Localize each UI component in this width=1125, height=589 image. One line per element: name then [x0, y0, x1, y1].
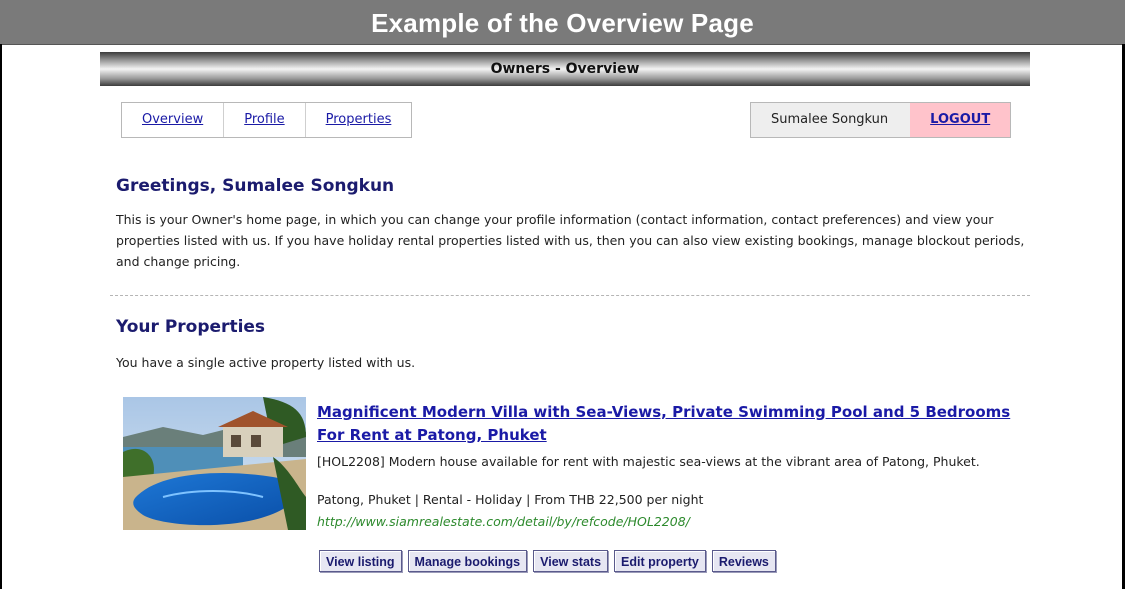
listing-url-link[interactable]: http://www.siamrealestate.com/detail/by/…: [317, 514, 690, 529]
view-listing-button[interactable]: View listing: [319, 550, 402, 572]
nav-overview-link[interactable]: Overview: [122, 103, 225, 137]
property-photo-image: [123, 397, 306, 530]
greeting-heading: Greetings, Sumalee Songkun: [116, 176, 395, 196]
properties-heading: Your Properties: [116, 317, 266, 337]
banner: Example of the Overview Page: [0, 0, 1125, 45]
reviews-button[interactable]: Reviews: [711, 550, 776, 572]
property-thumbnail[interactable]: [123, 397, 306, 530]
section-divider: [110, 295, 1030, 296]
view-stats-button[interactable]: View stats: [533, 550, 609, 572]
listing-description: [HOL2208] Modern house available for ren…: [317, 454, 980, 469]
user-name: Sumalee Songkun: [751, 103, 911, 137]
manage-bookings-button[interactable]: Manage bookings: [407, 550, 528, 572]
listing-meta: Patong, Phuket | Rental - Holiday | From…: [317, 492, 704, 507]
logout-link[interactable]: LOGOUT: [910, 103, 1011, 137]
nav-properties-link[interactable]: Properties: [306, 103, 412, 137]
page-header: Owners - Overview: [100, 52, 1030, 86]
intro-text: This is your Owner's home page, in which…: [116, 212, 1025, 269]
listing-actions: View listing Manage bookings View stats …: [319, 550, 776, 572]
nav-profile-link[interactable]: Profile: [224, 103, 306, 137]
properties-summary: You have a single active property listed…: [116, 355, 416, 370]
frame-border-left: [0, 44, 2, 589]
edit-property-button[interactable]: Edit property: [614, 550, 706, 572]
owner-nav: Overview Profile Properties: [121, 102, 413, 138]
user-box: Sumalee Songkun LOGOUT: [750, 102, 1012, 138]
banner-title: Example of the Overview Page: [371, 8, 754, 38]
listing-title-link[interactable]: Magnificent Modern Villa with Sea-Views,…: [317, 401, 1017, 447]
